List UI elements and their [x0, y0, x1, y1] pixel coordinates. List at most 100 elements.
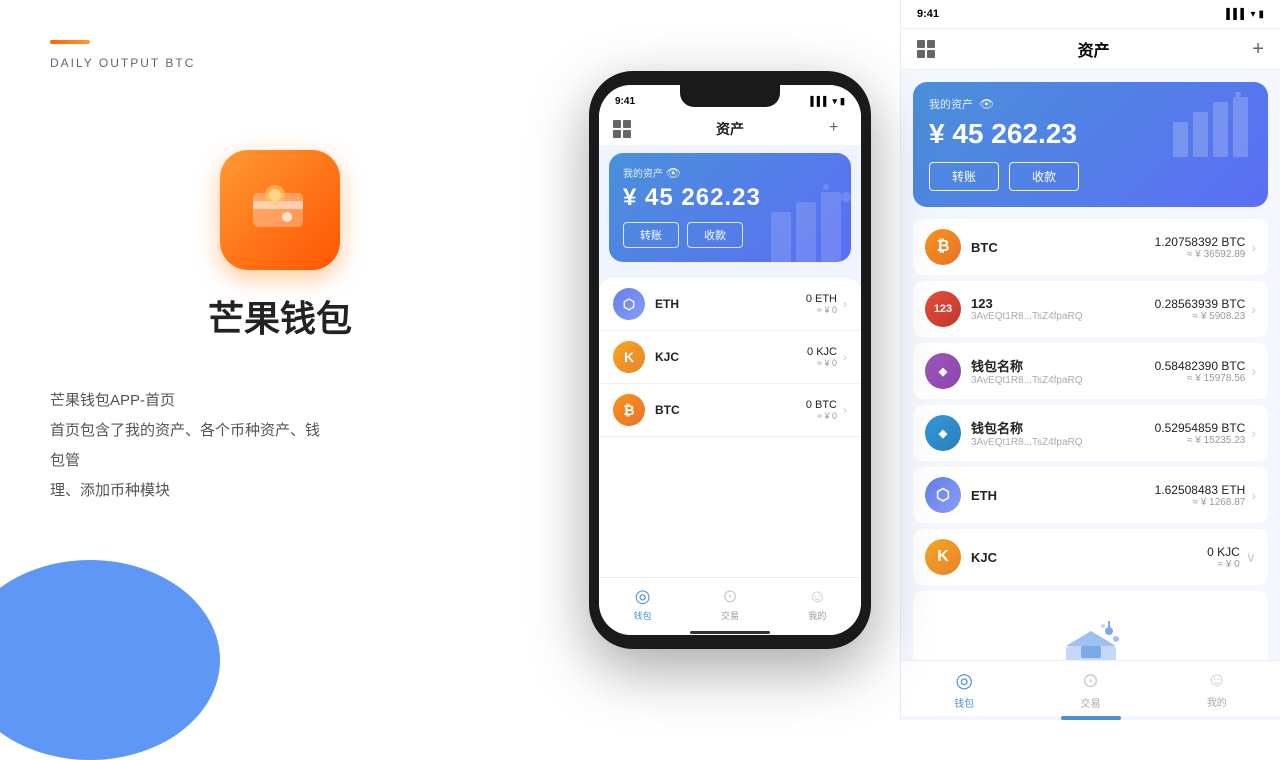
right-coin-item-kjc[interactable]: K KJC 0 KJC ≈ ¥ 0 ∨ — [913, 529, 1268, 585]
right-coin-item-wallet2[interactable]: ◆ 钱包名称 3AvEQt1R8...TsZ4fpaRQ 0.52954859 … — [913, 405, 1268, 461]
right-nav-wallet[interactable]: ◎ 钱包 — [901, 661, 1027, 716]
eth-icon: ⬡ — [613, 288, 645, 320]
app-icon-wrap: 芒果钱包 — [50, 150, 510, 362]
phone-screen: 9:41 ▌▌▌ ▾ ▮ 资产 + 我的 资产 👁 — [599, 85, 861, 635]
arrow-icon: › — [843, 403, 847, 417]
phone-time: 9:41 — [615, 96, 635, 107]
decorative-blob — [0, 560, 220, 760]
receive-button[interactable]: 收款 — [687, 222, 743, 248]
coin-item-kjc[interactable]: K KJC 0 KJC ≈ ¥ 0 › — [599, 331, 861, 384]
right-grid-icon[interactable] — [917, 40, 935, 58]
right-eye-icon[interactable]: 👁 — [979, 97, 994, 111]
app-title: 芒果钱包 — [208, 290, 352, 342]
trade-nav-icon: ⊙ — [722, 586, 737, 607]
wallet-nav-icon: ◎ — [635, 586, 651, 607]
right-coin-item-btc[interactable]: ₿ BTC 1.20758392 BTC ≈ ¥ 36592.89 › — [913, 219, 1268, 275]
phone-nav-title: 资产 — [716, 119, 744, 139]
app-icon — [220, 150, 340, 270]
coin-item-eth[interactable]: ⬡ ETH 0 ETH ≈ ¥ 0 › — [599, 278, 861, 331]
right-123-icon: 123 — [925, 291, 961, 327]
right-receive-button[interactable]: 收款 — [1009, 162, 1079, 191]
right-panel: 9:41 ▌▌▌ ▾ ▮ 资产 + 我的资产 👁 ¥ 45 262.23 转账 … — [900, 0, 1280, 720]
right-wallet2-arrow: › — [1251, 425, 1256, 441]
asset-card: 我的资产 👁 ¥ 45 262.23 转账 收款 — [609, 153, 851, 262]
right-nav-mine[interactable]: ☺ 我的 — [1154, 661, 1280, 716]
right-time: 9:41 — [917, 8, 939, 20]
right-btc-info: BTC — [971, 240, 1155, 255]
right-trade-nav-label: 交易 — [1080, 695, 1100, 710]
brand-tagline: DAILY OUTPUT BTC — [50, 56, 510, 70]
signal-icon: ▌▌▌ — [810, 96, 829, 106]
add-icon[interactable]: + — [829, 120, 847, 138]
battery-icon: ▮ — [840, 96, 845, 107]
phone-nav-wallet[interactable]: ◎ 钱包 — [599, 578, 686, 629]
right-bottom-bar — [1061, 716, 1121, 720]
coin-name-btc: BTC — [655, 403, 806, 417]
right-wallet2-info: 钱包名称 3AvEQt1R8...TsZ4fpaRQ — [971, 418, 1155, 448]
phone-mockup: 9:41 ▌▌▌ ▾ ▮ 资产 + 我的 资产 👁 — [589, 71, 871, 649]
phone-bottom-nav: ◎ 钱包 ⊙ 交易 ☺ 我的 — [599, 577, 861, 629]
right-btc-arrow: › — [1251, 239, 1256, 255]
right-mine-nav-label: 我的 — [1207, 694, 1227, 709]
right-card-bg — [1168, 92, 1258, 162]
right-wallet1-icon: ◆ — [925, 353, 961, 389]
wallet-nav-label: 钱包 — [634, 609, 652, 622]
empty-state: 请先创建或导入ETH钱包 创建 导入 — [913, 591, 1268, 660]
arrow-icon: › — [843, 350, 847, 364]
right-wallet2-icon: ◆ — [925, 415, 961, 451]
right-wallet-nav-label: 钱包 — [954, 695, 974, 710]
home-indicator — [599, 629, 861, 635]
phone-notch — [680, 85, 780, 107]
right-coin-item-wallet1[interactable]: ◆ 钱包名称 3AvEQt1R8...TsZ4fpaRQ 0.58482390 … — [913, 343, 1268, 399]
arrow-icon: › — [843, 297, 847, 311]
left-section: DAILY OUTPUT BTC 芒果钱包 芒果钱包APP-首页 首页包含了我的… — [0, 0, 560, 720]
right-nav-title: 资产 — [1078, 37, 1110, 61]
right-123-info: 123 3AvEQt1R8...TsZ4fpaRQ — [971, 296, 1155, 322]
phone-status-icons: ▌▌▌ ▾ ▮ — [810, 96, 845, 107]
right-kjc-info: KJC — [971, 550, 1207, 565]
right-kjc-icon: K — [925, 539, 961, 575]
right-eth-info: ETH — [971, 488, 1155, 503]
right-mine-nav-icon: ☺ — [1207, 669, 1227, 692]
transfer-button[interactable]: 转账 — [623, 222, 679, 248]
coin-list: ⬡ ETH 0 ETH ≈ ¥ 0 › K KJC — [599, 278, 861, 577]
app-desc-line3: 理、添加币种模块 — [50, 476, 330, 506]
right-123-arrow: › — [1251, 301, 1256, 317]
phone-nav-bar: 资产 + — [599, 113, 861, 145]
right-wallet1-arrow: › — [1251, 363, 1256, 379]
trade-nav-label: 交易 — [721, 609, 739, 622]
eye-icon[interactable]: 👁 — [666, 166, 681, 180]
empty-box-icon — [1051, 611, 1131, 660]
right-coin-item-eth[interactable]: ⬡ ETH 1.62508483 ETH ≈ ¥ 1268.87 › — [913, 467, 1268, 523]
right-add-icon[interactable]: + — [1252, 38, 1264, 61]
coin-amount-btc: 0 BTC ≈ ¥ 0 — [806, 399, 837, 421]
right-transfer-button[interactable]: 转账 — [929, 162, 999, 191]
right-coin-item-123[interactable]: 123 123 3AvEQt1R8...TsZ4fpaRQ 0.28563939… — [913, 281, 1268, 337]
grid-icon[interactable] — [613, 120, 631, 138]
coin-name-eth: ETH — [655, 297, 806, 311]
phone-section: 9:41 ▌▌▌ ▾ ▮ 资产 + 我的 资产 👁 — [560, 0, 900, 720]
coin-info-eth: ETH — [655, 297, 806, 311]
coin-info-btc: BTC — [655, 403, 806, 417]
right-nav-trade[interactable]: ⊙ 交易 — [1027, 661, 1153, 716]
coin-name-kjc: KJC — [655, 350, 807, 364]
app-desc-line2: 首页包含了我的资产、各个币种资产、钱包管 — [50, 416, 330, 476]
right-coin-list: ₿ BTC 1.20758392 BTC ≈ ¥ 36592.89 › 123 … — [901, 219, 1280, 660]
right-bottom-nav: ◎ 钱包 ⊙ 交易 ☺ 我的 — [901, 660, 1280, 716]
accent-line — [50, 40, 90, 44]
right-trade-nav-icon: ⊙ — [1082, 668, 1099, 693]
app-desc-line1: 芒果钱包APP-首页 — [50, 386, 330, 416]
coin-amount-eth: 0 ETH ≈ ¥ 0 — [806, 293, 837, 315]
coin-item-btc[interactable]: ₿ BTC 0 BTC ≈ ¥ 0 › — [599, 384, 861, 437]
wifi-icon: ▾ — [833, 96, 838, 107]
right-kjc-arrow: ∨ — [1246, 549, 1256, 566]
right-status-bar: 9:41 ▌▌▌ ▾ ▮ — [901, 0, 1280, 29]
phone-nav-mine[interactable]: ☺ 我的 — [774, 578, 861, 629]
phone-nav-trade[interactable]: ⊙ 交易 — [686, 578, 773, 629]
right-battery-icon: ▮ — [1258, 9, 1264, 20]
btc-icon: ₿ — [613, 394, 645, 426]
right-signal-icon: ▌▌▌ — [1226, 9, 1247, 20]
right-wifi-icon: ▾ — [1250, 9, 1255, 20]
card-bg-shape — [761, 182, 851, 262]
mine-nav-label: 我的 — [808, 609, 826, 622]
